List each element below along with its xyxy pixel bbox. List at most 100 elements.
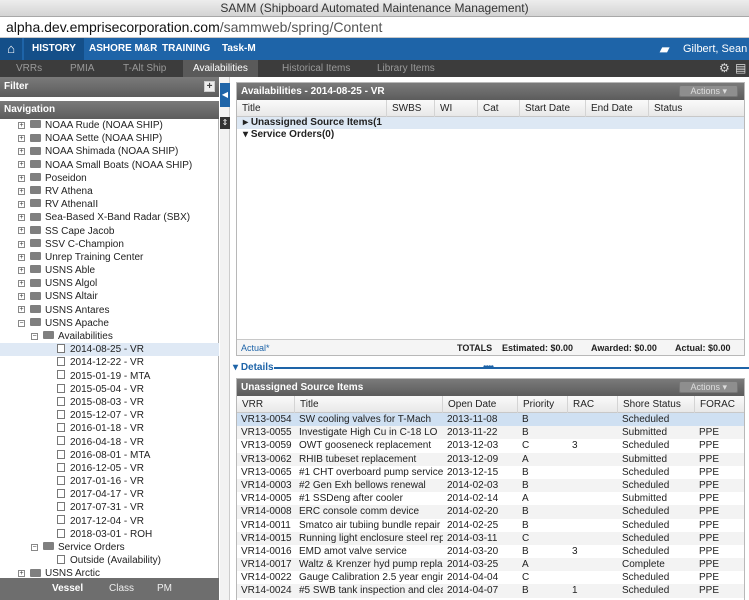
tree-item[interactable]: Outside (Availability) xyxy=(0,554,219,567)
col-start-date[interactable]: Start Date xyxy=(520,100,586,117)
table-row[interactable]: VR14-0016 EMD amot valve service 2014-03-2… xyxy=(237,545,744,558)
expand-icon[interactable]: + xyxy=(18,121,25,129)
export-icon[interactable]: ▤ xyxy=(735,60,746,77)
group-service-orders[interactable]: ▾ Service Orders(0) xyxy=(237,129,744,141)
tree-item[interactable]: + USNS Arctic xyxy=(0,567,219,577)
home-icon[interactable]: ⌂ xyxy=(0,38,22,60)
expand-icon[interactable]: + xyxy=(18,266,25,274)
expand-icon[interactable]: + xyxy=(18,200,25,208)
expand-icon[interactable]: + xyxy=(18,570,25,577)
tree-item[interactable]: 2016-01-18 - VR xyxy=(0,422,219,435)
table-row[interactable]: VR14-0017 Waltz & Krenzer hyd pump replac… xyxy=(237,558,744,572)
table-row[interactable]: VR13-0059 OWT gooseneck replacement 2013-1… xyxy=(237,439,744,452)
collapse-icon[interactable]: − xyxy=(18,319,25,327)
table-row[interactable]: VR14-0003 #2 Gen Exh bellows renewal 2014-… xyxy=(237,478,744,493)
nav-ashore-mr[interactable]: ASHORE M&R xyxy=(81,38,165,60)
address-bar[interactable]: alpha.dev.emprisecorporation.com/sammweb… xyxy=(0,17,749,38)
expand-icon[interactable]: + xyxy=(18,187,25,195)
tree-item[interactable]: 2017-12-04 - VR xyxy=(0,515,219,528)
subnav-library-items[interactable]: Library Items xyxy=(367,60,445,77)
tree-item[interactable]: + NOAA Small Boats (NOAA SHIP) xyxy=(0,159,219,172)
col-vrr[interactable]: VRR xyxy=(237,396,295,413)
tree-item[interactable]: 2015-12-07 - VR xyxy=(0,409,219,422)
tab-class[interactable]: Class xyxy=(109,578,134,600)
col-shore-status[interactable]: Shore Status xyxy=(618,396,695,413)
tab-vessel[interactable]: Vessel xyxy=(52,578,83,600)
col-wi[interactable]: WI xyxy=(435,100,478,117)
collapse-icon[interactable]: − xyxy=(31,332,38,340)
tree-item[interactable]: + USNS Able xyxy=(0,264,219,277)
subnav-historical-items[interactable]: Historical Items xyxy=(272,60,360,77)
expand-icon[interactable]: + xyxy=(18,293,25,301)
tree-item[interactable]: − Availabilities xyxy=(0,330,219,343)
details-label[interactable]: ▾ Details xyxy=(231,361,274,375)
filter-add-button[interactable]: + xyxy=(204,81,215,92)
tab-pm[interactable]: PM xyxy=(157,578,172,600)
tree-item[interactable]: − USNS Apache xyxy=(0,317,219,330)
col-status[interactable]: Status xyxy=(649,100,744,117)
tree-item[interactable]: 2016-04-18 - VR xyxy=(0,436,219,449)
col-title[interactable]: Title xyxy=(237,100,387,117)
subnav-availabilities[interactable]: Availabilities xyxy=(183,60,258,77)
col-forac[interactable]: FORAC xyxy=(695,396,744,413)
table-row[interactable]: VR14-0022 Gauge Calibration 2.5 year engi… xyxy=(237,571,744,584)
tree-item[interactable]: + NOAA Shimada (NOAA SHIP) xyxy=(0,145,219,158)
table-row[interactable]: VR13-0055 Investigate High Cu in C-18 LO 2… xyxy=(237,426,744,440)
tree-item[interactable]: 2014-08-25 - VR xyxy=(0,343,219,357)
col-rac[interactable]: RAC xyxy=(568,396,618,413)
tree-item[interactable]: 2015-01-19 - MTA xyxy=(0,370,219,383)
tree-item[interactable]: − Service Orders xyxy=(0,541,219,554)
tree-item[interactable]: 2015-08-03 - VR xyxy=(0,396,219,409)
tree-item[interactable]: 2017-01-16 - VR xyxy=(0,475,219,488)
tree-item[interactable]: + NOAA Rude (NOAA SHIP) xyxy=(0,119,219,132)
tree-item[interactable]: 2015-05-04 - VR xyxy=(0,383,219,396)
nav-task-m[interactable]: Task-M xyxy=(214,38,264,60)
tree-item[interactable]: + RV Athena xyxy=(0,185,219,198)
tree-item[interactable]: 2016-12-05 - VR xyxy=(0,462,219,475)
tree-item[interactable]: + Poseidon xyxy=(0,172,219,185)
expand-icon[interactable]: + xyxy=(18,240,25,248)
resize-grip-icon[interactable]: •••• xyxy=(483,361,494,375)
tree-item[interactable]: 2017-04-17 - VR xyxy=(0,488,219,501)
col-priority[interactable]: Priority xyxy=(518,396,568,413)
col-title[interactable]: Title xyxy=(295,396,443,413)
table-row[interactable]: VR14-0024 #5 SWB tank inspection and clea… xyxy=(237,584,744,598)
col-open-date[interactable]: Open Date xyxy=(443,396,518,413)
subnav-vrrs[interactable]: VRRs xyxy=(6,60,52,77)
tree-item[interactable]: 2014-12-22 - VR xyxy=(0,356,219,369)
nav-history[interactable]: HISTORY xyxy=(24,38,84,60)
tree-item[interactable]: + USNS Antares xyxy=(0,304,219,317)
expand-icon[interactable]: + xyxy=(18,280,25,288)
expand-icon[interactable]: + xyxy=(18,174,25,182)
expand-icon[interactable]: + xyxy=(18,148,25,156)
expand-icon[interactable]: + xyxy=(18,306,25,314)
details-splitter[interactable]: ▾ Details •••• xyxy=(231,361,749,375)
col-end-date[interactable]: End Date xyxy=(586,100,649,117)
tree-item[interactable]: + RV AthenaII xyxy=(0,198,219,211)
collapse-icon[interactable]: − xyxy=(31,543,38,551)
table-row[interactable]: VR13-0062 RHIB tubeset replacement 2013-12… xyxy=(237,452,744,466)
nav-training[interactable]: TRAINING xyxy=(154,38,218,60)
expand-icon[interactable]: + xyxy=(18,214,25,222)
tree-item[interactable]: + Sea-Based X-Band Radar (SBX) xyxy=(0,211,219,224)
filter-header[interactable]: Filter + xyxy=(0,77,219,97)
tree-item[interactable]: 2018-03-01 - ROH xyxy=(0,528,219,541)
subnav-t-alt-ship[interactable]: T-Alt Ship xyxy=(113,60,176,77)
user-name[interactable]: Gilbert, Sean xyxy=(683,38,747,60)
subnav-pmia[interactable]: PMIA xyxy=(60,60,104,77)
tree-item[interactable]: + SSV C-Champion xyxy=(0,238,219,251)
expand-icon[interactable]: + xyxy=(18,227,25,235)
tree-item[interactable]: + NOAA Sette (NOAA SHIP) xyxy=(0,132,219,145)
expand-icon[interactable]: + xyxy=(18,253,25,261)
chat-icon[interactable]: ▰ xyxy=(660,38,669,60)
expand-icon[interactable]: ▸ xyxy=(243,117,251,128)
tree-item[interactable]: + USNS Algol xyxy=(0,277,219,290)
group-unassigned[interactable]: ▸ Unassigned Source Items(1 xyxy=(237,117,744,129)
col-cat[interactable]: Cat xyxy=(478,100,520,117)
collapse-left-icon[interactable]: ◀ xyxy=(220,83,230,107)
expand-icon[interactable]: + xyxy=(18,161,25,169)
pin-icon[interactable]: ⇕ xyxy=(220,117,230,129)
unassigned-actions-button[interactable]: Actions ▾ xyxy=(679,381,738,393)
tree-item[interactable]: 2017-07-31 - VR xyxy=(0,501,219,514)
table-row[interactable]: VR14-0011 Smatco air tubiing bundle repai… xyxy=(237,519,744,532)
